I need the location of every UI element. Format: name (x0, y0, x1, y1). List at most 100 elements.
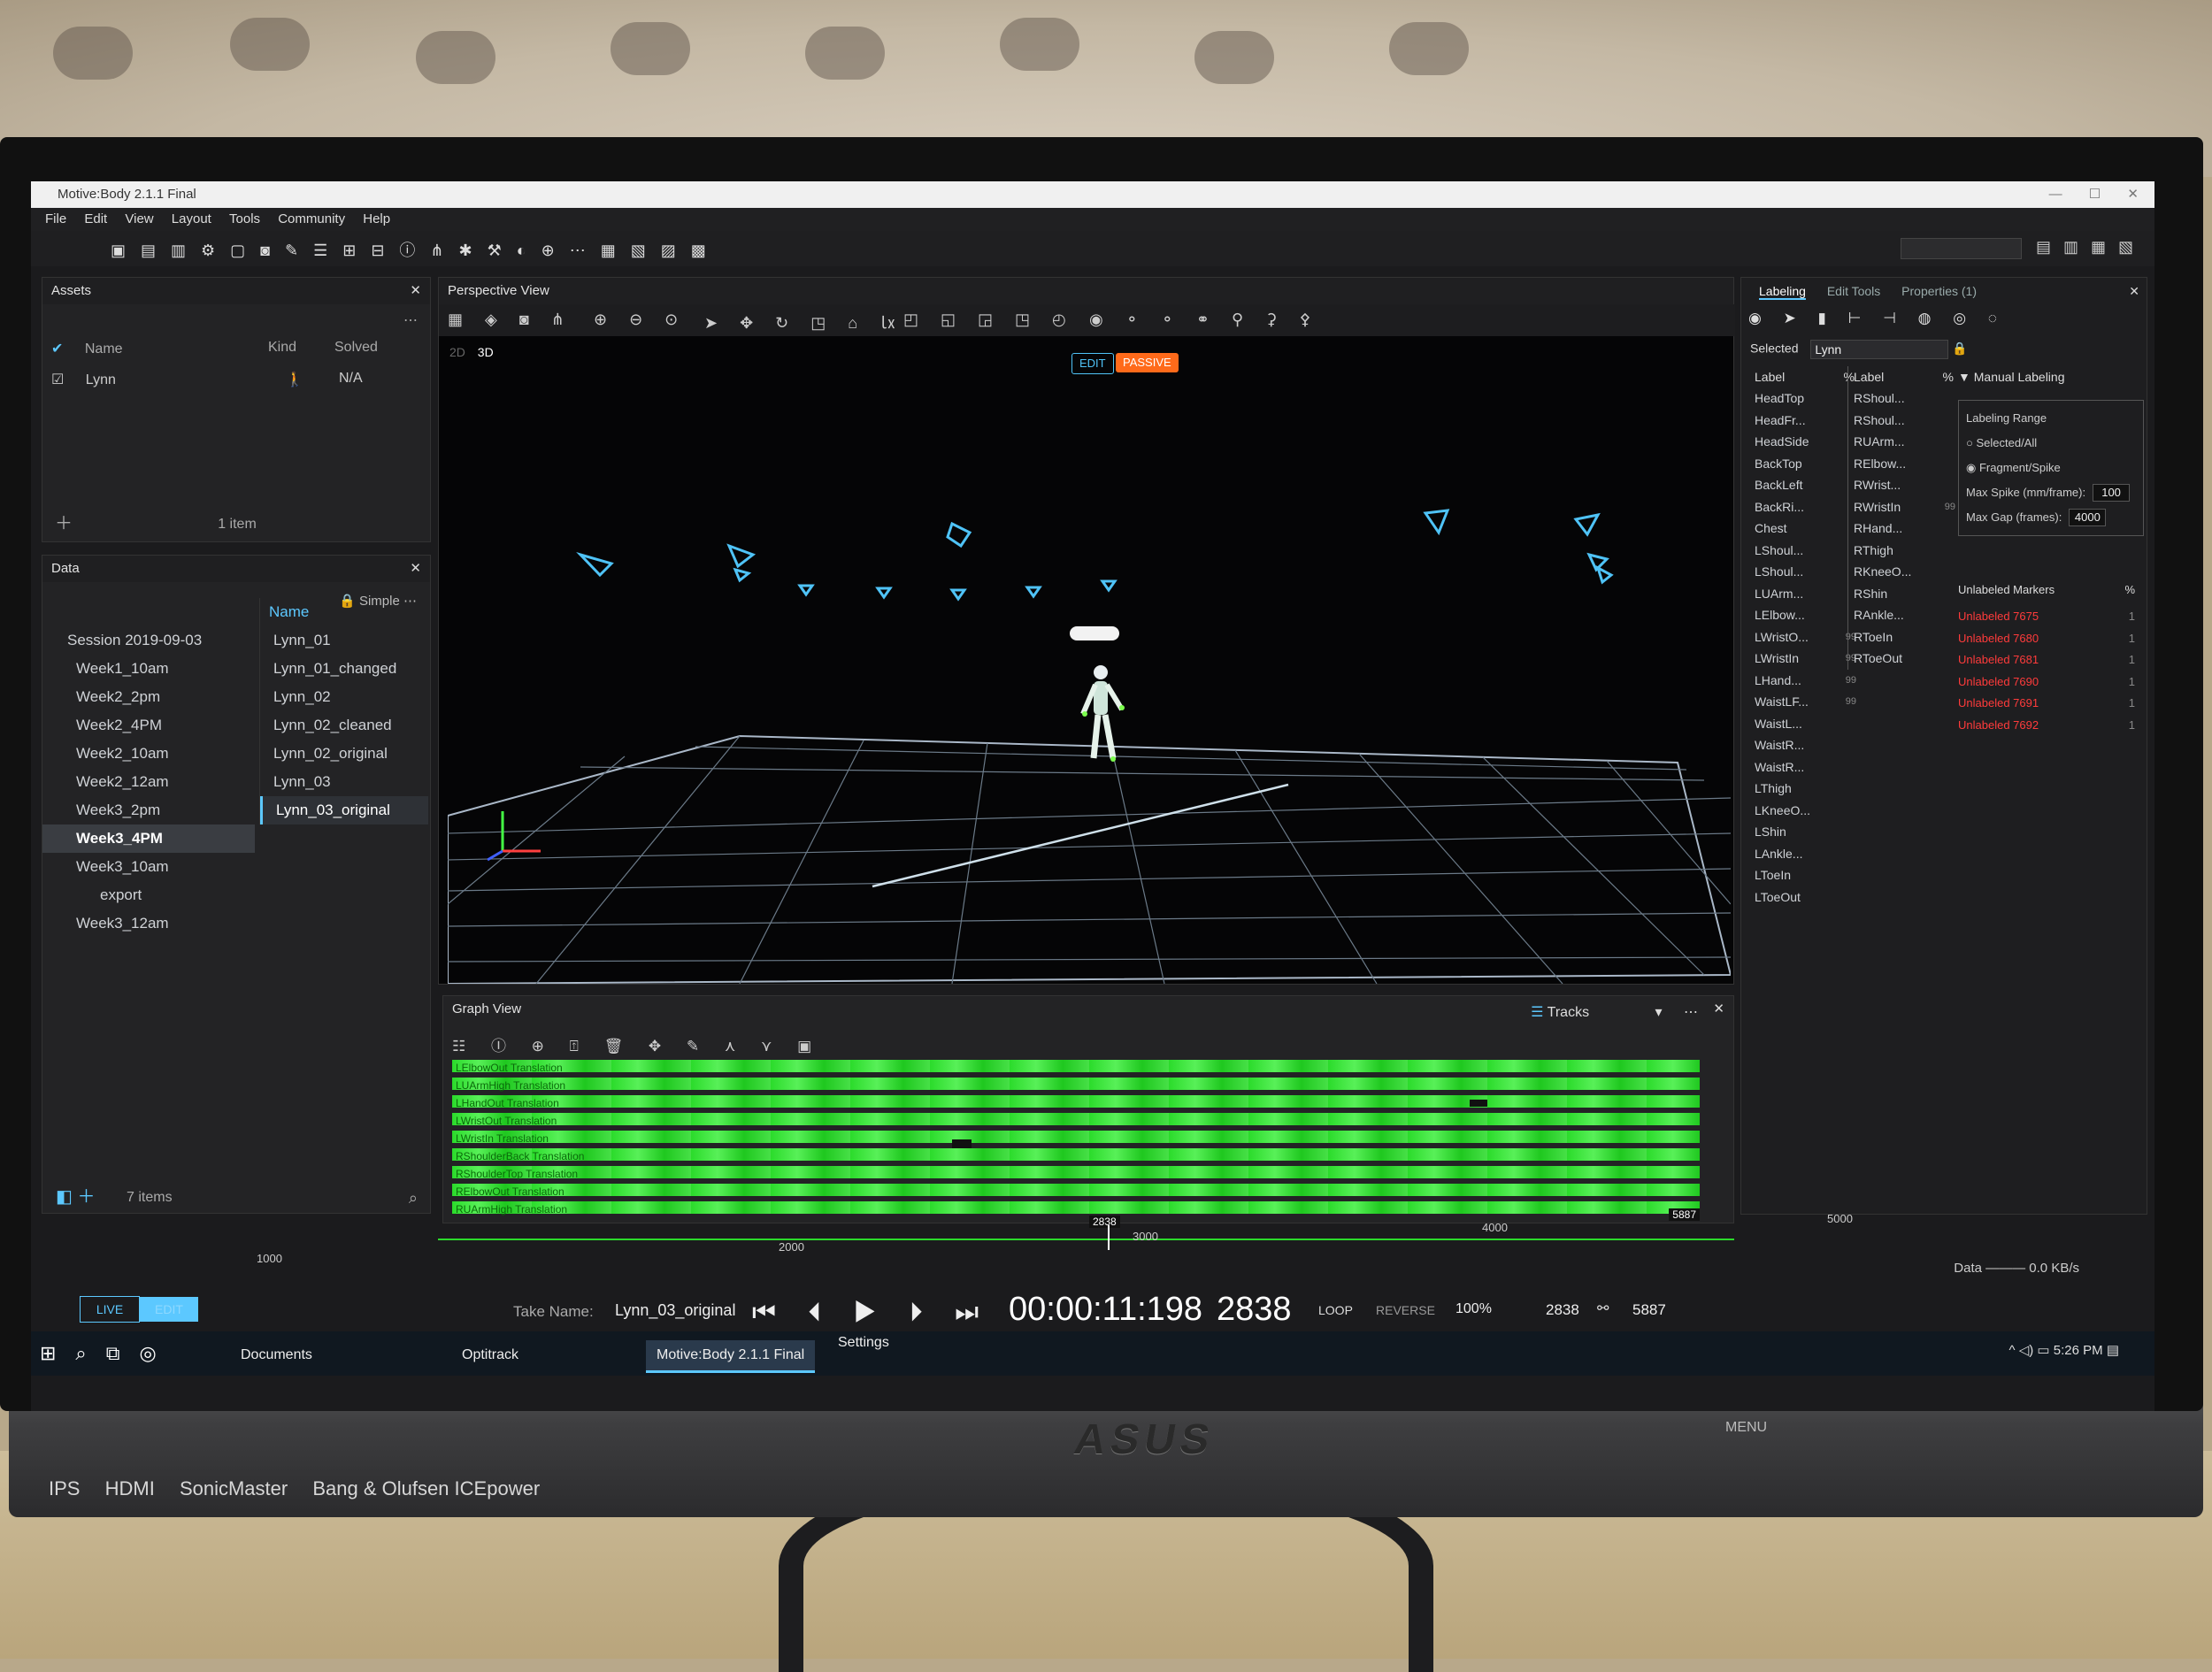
more-icon[interactable]: ⋯ (1684, 1005, 1698, 1020)
marker-label[interactable]: LThigh (1755, 778, 1830, 800)
more-icon[interactable]: ⋯ (403, 311, 418, 329)
asset-row[interactable]: ☑ Lynn 🚶 N/A (51, 371, 423, 388)
speed-select[interactable]: 100% (1455, 1301, 1492, 1317)
takes-header[interactable]: Name (260, 598, 428, 626)
option-fragment-spike[interactable]: ◉ Fragment/Spike (1966, 456, 2136, 480)
close-icon[interactable]: ✕ (2129, 278, 2139, 304)
unlabeled-marker[interactable]: Unlabeled 7675 1 (1958, 606, 2144, 628)
session-item[interactable]: Week2_10am (42, 740, 255, 768)
marker-label[interactable]: RUArm... (1854, 431, 1929, 453)
selected-dropdown[interactable]: Lynn (1810, 340, 1949, 359)
marker-label[interactable]: LAnkle... (1755, 843, 1830, 865)
unlabeled-marker[interactable]: Unlabeled 7680 1 (1958, 628, 2144, 650)
binoculars-icon[interactable]: ⚯ (1597, 1300, 1609, 1317)
timeline-bar[interactable] (438, 1239, 1734, 1240)
system-tray[interactable]: ^ ◁) ▭ 5:26 PM ▤ (2009, 1342, 2119, 1358)
track-bar[interactable]: RShoulderBack Translation (452, 1148, 1700, 1162)
3d-viewport[interactable] (448, 338, 1731, 984)
visibility-tool-icons[interactable]: ◉ ⚬ ⚬ ⚭ ⚲ ⚳ ⚴ (1089, 311, 1320, 329)
marker-label[interactable]: BackLeft (1755, 474, 1830, 496)
take-item[interactable]: Lynn_02_original (260, 740, 428, 768)
marker-label[interactable]: WaistLF... 99 (1755, 691, 1856, 713)
task-documents[interactable]: Documents (230, 1340, 402, 1370)
graph-toolbar[interactable]: ☷ Ⓘ ⊕ ⍐ 🗑 ✥ ✎ ⋏ ⋎ ▣ (452, 1033, 822, 1055)
playback-controls[interactable]: ⏮ ⏴ ▶ ⏵ ⏭ (752, 1298, 991, 1328)
track-bar[interactable]: LUArmHigh Translation (452, 1078, 1700, 1092)
track-bar[interactable]: LWristOut Translation (452, 1113, 1700, 1127)
toolbar-icons[interactable]: ▣ ▤ ▥ ⚙ ▢ ◙ ✎ ☰ ⊞ ⊟ ⓘ ⋔ ✱ ⚒ ◐ ⊕ ⋯ ▦ ▧ ▨ … (111, 238, 711, 261)
marker-label[interactable]: LWristIn 99 (1755, 648, 1856, 670)
view-tool-icons[interactable]: ▦ ◈ ◙ ⋔ (448, 311, 573, 329)
marker-label[interactable]: LToeOut (1755, 886, 1830, 909)
session-item[interactable]: Week2_12am (42, 768, 255, 796)
marker-label[interactable]: RShoul... (1854, 410, 1929, 432)
option-selected-all[interactable]: ○ Selected/All (1966, 431, 2136, 456)
marker-label[interactable]: RToeOut (1854, 648, 1929, 670)
marker-label[interactable]: HeadFr... (1755, 410, 1830, 432)
timeline[interactable]: 1000 2000 3000 4000 5000 (31, 1212, 2154, 1274)
track-bar[interactable]: RShoulderTop Translation (452, 1166, 1700, 1180)
marker-label[interactable]: Chest (1755, 518, 1830, 540)
max-spike-input[interactable]: 100 (2093, 484, 2131, 502)
marker-label[interactable]: WaistR... (1755, 734, 1830, 756)
layout-icons[interactable]: ▤▥▦▧ (2036, 238, 2146, 257)
tab-properties[interactable]: Properties (1) (1901, 284, 1977, 298)
track-bar[interactable]: LWristIn Translation (452, 1131, 1700, 1145)
marker-label[interactable]: HeadSide (1755, 431, 1830, 453)
session-item[interactable]: Week2_4PM (42, 711, 255, 740)
marker-label[interactable]: HeadTop (1755, 387, 1830, 410)
session-item[interactable]: Week1_10am (42, 655, 255, 683)
marker-label[interactable]: RShoul... (1854, 387, 1929, 410)
manual-labeling-title[interactable]: ▼ Manual Labeling (1958, 370, 2144, 384)
menu-layout[interactable]: Layout (172, 211, 211, 226)
track-area[interactable]: LElbowOut Translation LUArmHigh Translat… (452, 1060, 1700, 1228)
marker-label[interactable]: RAnkle... (1854, 604, 1929, 626)
marker-label[interactable]: RThigh (1854, 540, 1929, 562)
loop-button[interactable]: LOOP (1318, 1303, 1353, 1317)
marker-label[interactable]: LShoul... (1755, 561, 1830, 583)
take-item[interactable]: Lynn_03 (260, 768, 428, 796)
maximize-icon[interactable]: ☐ (2089, 187, 2101, 202)
marker-label[interactable]: WaistR... (1755, 756, 1830, 778)
marker-label[interactable]: LElbow... (1755, 604, 1830, 626)
marker-label[interactable]: RWrist... (1854, 474, 1929, 496)
zoom-tool-icons[interactable]: ⊕ ⊖ ⊙ (594, 311, 687, 329)
track-bar[interactable]: LElbowOut Translation (452, 1060, 1700, 1074)
session-item[interactable]: Session 2019-09-03 (42, 626, 255, 655)
session-item[interactable]: Week3_10am (42, 853, 255, 881)
unlabeled-marker[interactable]: Unlabeled 7691 1 (1958, 693, 2144, 715)
marker-label[interactable]: RKneeO... (1854, 561, 1929, 583)
marker-label[interactable]: LShoul... (1755, 540, 1830, 562)
range-end[interactable]: 5887 (1669, 1208, 1700, 1221)
marker-label[interactable]: LToeIn (1755, 864, 1830, 886)
close-icon[interactable]: ✕ (1713, 996, 1724, 1023)
session-subitem[interactable]: export (42, 881, 255, 909)
menu-community[interactable]: Community (278, 211, 345, 226)
marker-label[interactable]: LWristO... 99 (1755, 626, 1856, 648)
taskbar-icons[interactable]: ⊞⌕⧉◎ (40, 1342, 176, 1365)
marker-label[interactable]: WaistL... (1755, 713, 1830, 735)
take-item[interactable]: Lynn_01 (260, 626, 428, 655)
task-optitrack[interactable]: Optitrack (451, 1340, 605, 1370)
labeling-toolbar[interactable]: ◉ ➤ ▮ ⊢ ⊣ ◍ ◎ ◌ (1748, 310, 2006, 327)
panel-layout-icon[interactable]: ◧ ＋ (56, 1182, 95, 1208)
reverse-button[interactable]: REVERSE (1376, 1303, 1435, 1317)
close-icon[interactable]: ✕ (2127, 187, 2139, 202)
menu-tools[interactable]: Tools (229, 211, 260, 226)
take-item[interactable]: Lynn_01_changed (260, 655, 428, 683)
marker-label[interactable]: RHand... (1854, 518, 1929, 540)
search-icon[interactable]: ⌕ (409, 1189, 418, 1208)
lock-icon[interactable]: 🔒 (1952, 341, 1967, 356)
close-icon[interactable]: ✕ (410, 278, 421, 304)
menu-file[interactable]: File (45, 211, 66, 226)
marker-label[interactable]: RShin (1854, 583, 1929, 605)
tab-labeling[interactable]: Labeling (1759, 284, 1806, 300)
task-settings[interactable]: Settings (827, 1328, 900, 1358)
take-item[interactable]: Lynn_02 (260, 683, 428, 711)
menu-view[interactable]: View (125, 211, 153, 226)
transform-tool-icons[interactable]: ➤ ✥ ↻ ◳ ⌂ ㏓ (704, 311, 904, 334)
marker-label[interactable]: BackRi... (1755, 496, 1830, 518)
range-end-frame[interactable]: 5887 (1632, 1301, 1666, 1319)
radio-icon[interactable]: ○ (1966, 436, 1973, 449)
select-tool-icons[interactable]: ◰ ◱ ◲ ◳ ◴ (903, 311, 1075, 329)
